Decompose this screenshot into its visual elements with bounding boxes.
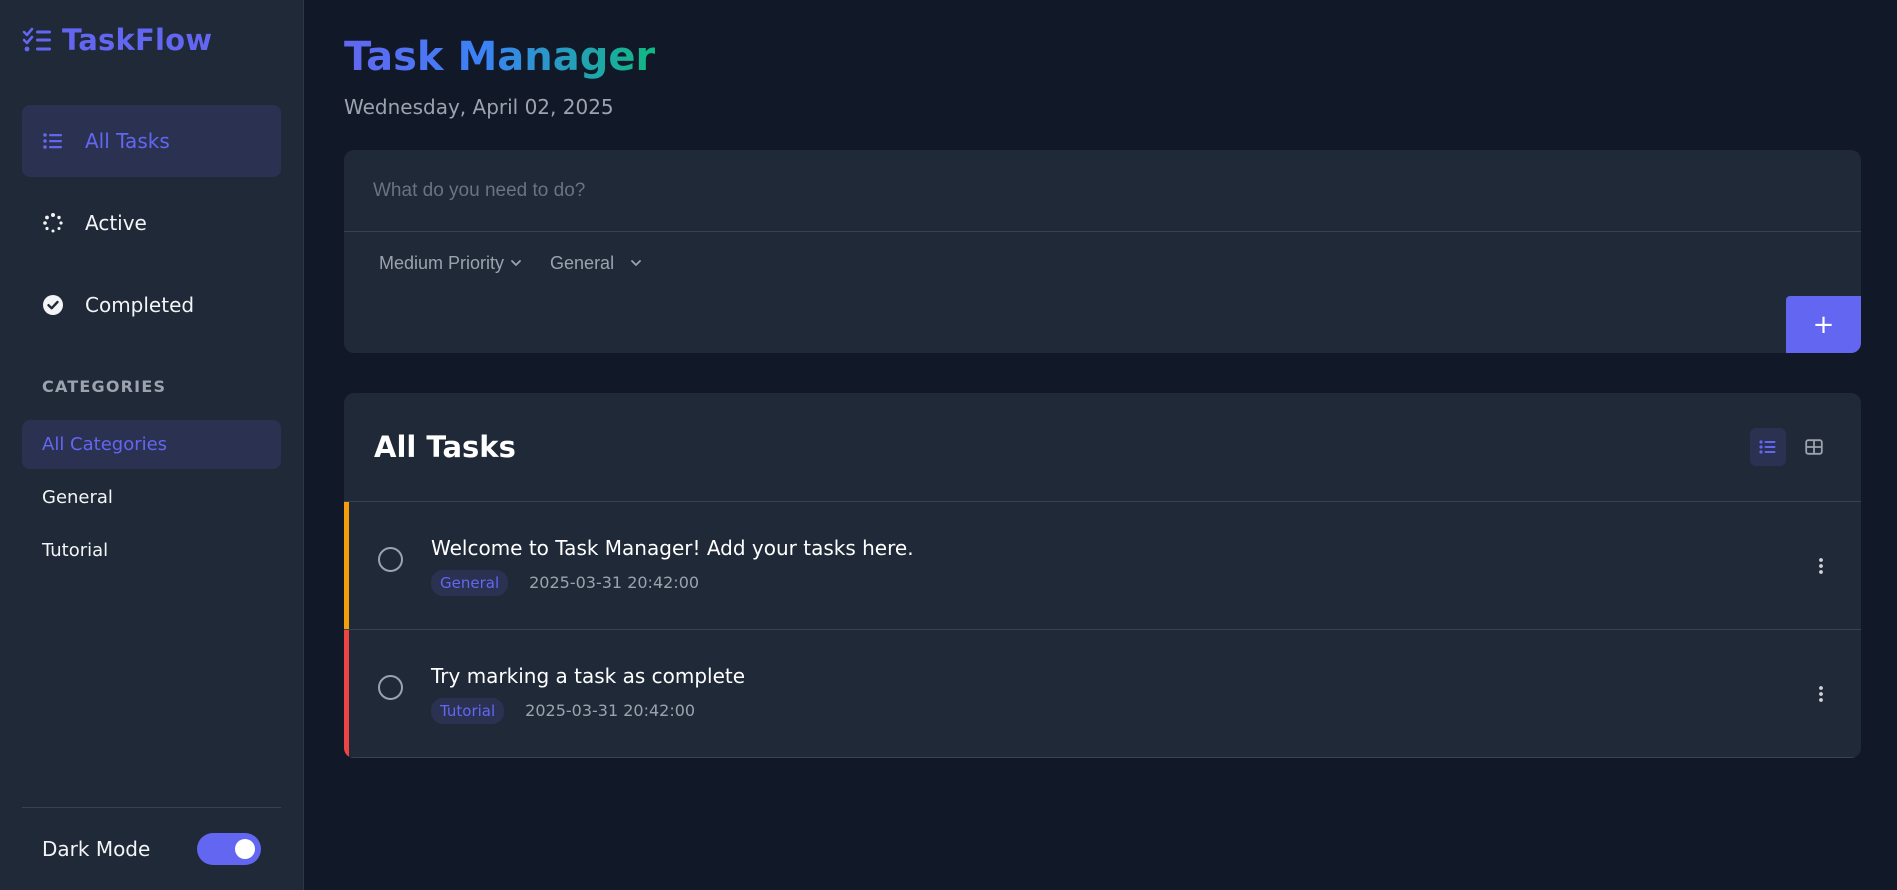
grid-view-button[interactable] — [1796, 428, 1832, 466]
list-icon — [42, 130, 64, 152]
task-list-title: All Tasks — [374, 430, 516, 464]
priority-indicator — [344, 502, 349, 629]
add-task-button[interactable]: + — [1786, 296, 1861, 353]
nav-item-completed[interactable]: Completed — [22, 269, 281, 341]
task-list-panel: All Tasks Welcome to Task Manager! Add y… — [344, 393, 1861, 758]
category-select-value: General — [550, 252, 615, 273]
toggle-knob — [235, 839, 255, 859]
task-body: Welcome to Task Manager! Add your tasks … — [431, 536, 1809, 596]
app-name: TaskFlow — [62, 23, 213, 57]
task-complete-checkbox[interactable] — [378, 547, 403, 572]
add-task-form: Medium Priority General + — [344, 150, 1861, 353]
add-task-button-label: + — [1812, 309, 1835, 340]
tasks-logo-icon — [22, 27, 51, 52]
grid-icon — [1805, 439, 1823, 455]
task-meta: General 2025-03-31 20:42:00 — [431, 569, 1809, 596]
more-vertical-icon — [1819, 685, 1823, 702]
category-select[interactable]: General — [550, 253, 642, 274]
chevron-down-icon — [511, 260, 521, 266]
new-task-input[interactable] — [344, 150, 1861, 232]
task-date: 2025-03-31 20:42:00 — [525, 701, 696, 720]
chevron-down-icon — [631, 260, 641, 266]
task-category-badge: Tutorial — [431, 697, 505, 724]
main-nav: All Tasks Active Completed — [22, 105, 281, 341]
list-icon — [1759, 440, 1776, 454]
task-date: 2025-03-31 20:42:00 — [529, 573, 700, 592]
task-title: Try marking a task as complete — [431, 663, 746, 688]
categories-heading: CATEGORIES — [42, 377, 167, 396]
task-complete-checkbox[interactable] — [378, 675, 403, 700]
sidebar-footer: Dark Mode — [22, 807, 281, 890]
nav-item-label: Active — [85, 211, 147, 235]
task-options: Medium Priority General — [344, 232, 1861, 294]
nav-item-label: Completed — [85, 293, 195, 317]
task-menu-button[interactable] — [1809, 674, 1833, 714]
check-circle-icon — [42, 294, 64, 316]
sidebar: TaskFlow All Tasks Active Completed CATE… — [0, 0, 304, 890]
priority-select[interactable]: Medium Priority — [379, 253, 522, 274]
category-item-all[interactable]: All Categories — [22, 420, 281, 469]
logo[interactable]: TaskFlow — [22, 0, 281, 80]
spinner-icon — [42, 212, 64, 234]
current-date: Wednesday, April 02, 2025 — [344, 95, 614, 119]
category-item-tutorial[interactable]: Tutorial — [22, 526, 281, 575]
task-title: Welcome to Task Manager! Add your tasks … — [431, 535, 914, 560]
list-view-button[interactable] — [1750, 428, 1786, 466]
priority-indicator — [344, 630, 349, 757]
category-list: All Categories General Tutorial — [22, 420, 281, 575]
task-menu-button[interactable] — [1809, 546, 1833, 586]
dark-mode-toggle[interactable] — [197, 833, 261, 865]
app-root: TaskFlow All Tasks Active Completed CATE… — [0, 0, 1897, 890]
task-category-badge: General — [431, 569, 509, 596]
more-vertical-icon — [1819, 557, 1823, 574]
task-body: Try marking a task as complete Tutorial … — [431, 664, 1809, 724]
nav-item-active[interactable]: Active — [22, 187, 281, 259]
task-item: Try marking a task as complete Tutorial … — [344, 630, 1861, 758]
category-item-general[interactable]: General — [22, 473, 281, 522]
task-meta: Tutorial 2025-03-31 20:42:00 — [431, 697, 1809, 724]
task-list-header: All Tasks — [344, 393, 1861, 502]
page-title: Task Manager — [344, 34, 655, 86]
nav-item-label: All Tasks — [85, 129, 170, 153]
task-item: Welcome to Task Manager! Add your tasks … — [344, 502, 1861, 630]
priority-select-value: Medium Priority — [379, 252, 505, 273]
main-content: Task Manager Wednesday, April 02, 2025 M… — [304, 0, 1897, 890]
nav-item-all-tasks[interactable]: All Tasks — [22, 105, 281, 177]
view-toggle — [1740, 428, 1832, 466]
dark-mode-label: Dark Mode — [42, 837, 151, 861]
